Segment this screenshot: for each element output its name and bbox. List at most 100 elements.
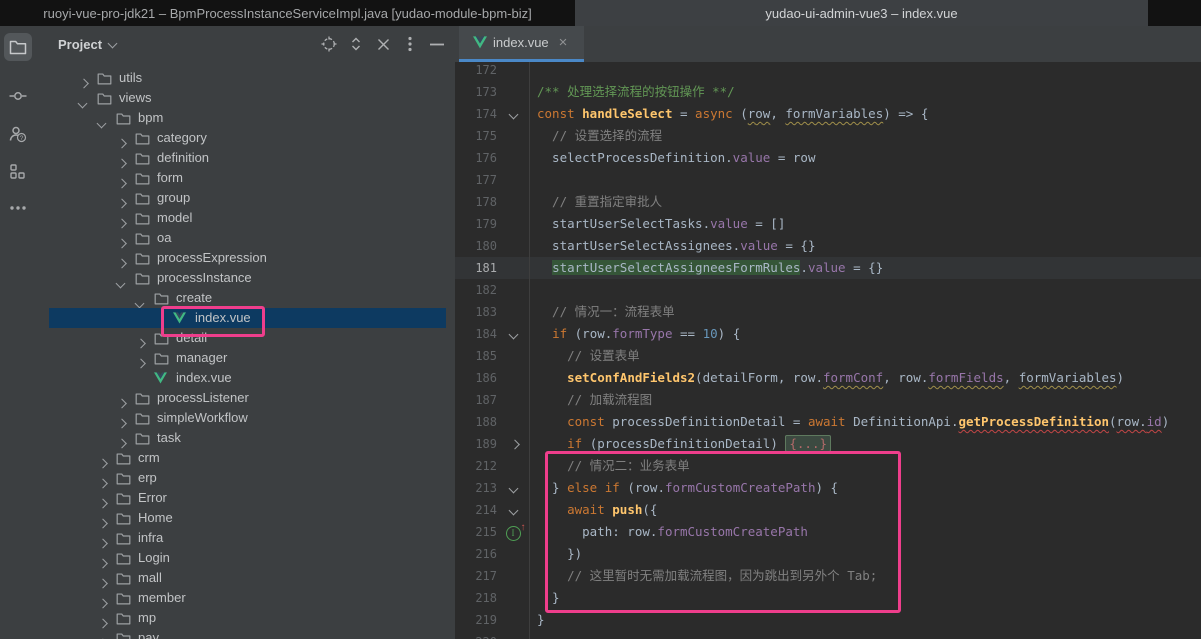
tree-item-label: views: [119, 88, 152, 108]
code-line-216[interactable]: 216 }): [455, 543, 1201, 565]
gutter-cell: [497, 125, 530, 147]
tree-item-processInstance[interactable]: processInstance: [35, 268, 455, 288]
tab-index-vue[interactable]: index.vue ×: [459, 26, 584, 62]
tree-item-Home[interactable]: Home: [35, 508, 455, 528]
code-line-219[interactable]: 219}: [455, 609, 1201, 631]
tree-item-detail[interactable]: detail: [35, 328, 455, 348]
code-line-187[interactable]: 187 // 加载流程图: [455, 389, 1201, 411]
tree-item-label: group: [157, 188, 190, 208]
close-icon[interactable]: ×: [559, 38, 568, 48]
folder-icon: [116, 451, 132, 465]
folder-icon: [135, 191, 151, 205]
fold-collapsed-icon[interactable]: [497, 433, 530, 455]
code-line-177[interactable]: 177: [455, 169, 1201, 191]
tree-item-model[interactable]: model: [35, 208, 455, 228]
tree-item-definition[interactable]: definition: [35, 148, 455, 168]
fold-expanded-icon[interactable]: [497, 499, 530, 521]
tree-item-label: create: [176, 288, 212, 308]
code-line-179[interactable]: 179 startUserSelectTasks.value = []: [455, 213, 1201, 235]
fold-expanded-icon[interactable]: [497, 323, 530, 345]
tree-item-processListener[interactable]: processListener: [35, 388, 455, 408]
structure-icon[interactable]: [4, 157, 32, 185]
folder-icon: [97, 91, 113, 105]
tree-item-form[interactable]: form: [35, 168, 455, 188]
tree-item-index-vue[interactable]: index.vue: [35, 368, 455, 388]
tree-item-group[interactable]: group: [35, 188, 455, 208]
folder-icon: [116, 551, 132, 565]
tree-item-crm[interactable]: crm: [35, 448, 455, 468]
code-line-183[interactable]: 183 // 情况一：流程表单: [455, 301, 1201, 323]
tree-item-member[interactable]: member: [35, 588, 455, 608]
tree-item-mp[interactable]: mp: [35, 608, 455, 628]
tree-item-label: index.vue: [195, 308, 251, 328]
tree-item-simpleWorkflow[interactable]: simpleWorkflow: [35, 408, 455, 428]
line-number: 182: [455, 279, 497, 301]
code-line-212[interactable]: 212 // 情况二：业务表单: [455, 455, 1201, 477]
tree-item-index-vue[interactable]: index.vue: [35, 308, 455, 328]
code-line-173[interactable]: 173/** 处理选择流程的按钮操作 **/: [455, 81, 1201, 103]
code-line-188[interactable]: 188 const processDefinitionDetail = awai…: [455, 411, 1201, 433]
code-line-189[interactable]: 189 if (processDefinitionDetail) {...}: [455, 433, 1201, 455]
gutter-cell: [497, 147, 530, 169]
line-number: 214: [455, 499, 497, 521]
line-number: 215: [455, 521, 497, 543]
project-tree: utilsviewsbpmcategorydefinitionformgroup…: [35, 26, 455, 639]
tree-item-bpm[interactable]: bpm: [35, 108, 455, 128]
tree-item-Login[interactable]: Login: [35, 548, 455, 568]
code-line-182[interactable]: 182: [455, 279, 1201, 301]
folder-icon: [135, 171, 151, 185]
code-line-214[interactable]: 214 await push({: [455, 499, 1201, 521]
svg-text:?: ?: [20, 135, 24, 142]
tree-item-create[interactable]: create: [35, 288, 455, 308]
tree-item-pay[interactable]: pay: [35, 628, 455, 639]
tree-item-label: member: [138, 588, 186, 608]
project-folder-icon[interactable]: [4, 33, 32, 61]
tree-item-oa[interactable]: oa: [35, 228, 455, 248]
code-line-218[interactable]: 218 }: [455, 587, 1201, 609]
code-line-178[interactable]: 178 // 重置指定审批人: [455, 191, 1201, 213]
commit-icon[interactable]: [4, 82, 32, 110]
code-line-176[interactable]: 176 selectProcessDefinition.value = row: [455, 147, 1201, 169]
code-line-180[interactable]: 180 startUserSelectAssignees.value = {}: [455, 235, 1201, 257]
chevron-right-icon[interactable]: [98, 635, 105, 639]
pull-requests-icon[interactable]: ?: [4, 120, 32, 148]
code-line-220[interactable]: 220: [455, 631, 1201, 639]
tree-item-processExpression[interactable]: processExpression: [35, 248, 455, 268]
more-tool-windows-icon[interactable]: [4, 194, 32, 222]
tree-item-manager[interactable]: manager: [35, 348, 455, 368]
tree-item-label: processExpression: [157, 248, 267, 268]
code-text: // 情况一：流程表单: [537, 301, 675, 323]
titlebar: ruoyi-vue-pro-jdk21 – BpmProcessInstance…: [0, 0, 1201, 26]
code-text: startUserSelectAssigneesFormRules.value …: [537, 257, 883, 279]
fold-expanded-icon[interactable]: [497, 103, 530, 125]
code-line-174[interactable]: 174const handleSelect = async (row, form…: [455, 103, 1201, 125]
gutter-cell: [497, 565, 530, 587]
code-line-184[interactable]: 184 if (row.formType == 10) {: [455, 323, 1201, 345]
tree-item-label: crm: [138, 448, 160, 468]
code-line-217[interactable]: 217 // 这里暂时无需加载流程图，因为跳出到另外个 Tab;: [455, 565, 1201, 587]
tree-item-utils[interactable]: utils: [35, 68, 455, 88]
code-line-213[interactable]: 213 } else if (row.formCustomCreatePath)…: [455, 477, 1201, 499]
gutter-intention-icon[interactable]: I↑: [497, 521, 530, 543]
tree-item-views[interactable]: views: [35, 88, 455, 108]
line-number: 178: [455, 191, 497, 213]
tree-item-label: Login: [138, 548, 170, 568]
tree-item-label: erp: [138, 468, 157, 488]
tree-item-category[interactable]: category: [35, 128, 455, 148]
editor: index.vue × 172173/** 处理选择流程的按钮操作 **/174…: [455, 26, 1201, 639]
code-line-186[interactable]: 186 setConfAndFields2(detailForm, row.fo…: [455, 367, 1201, 389]
tree-item-mall[interactable]: mall: [35, 568, 455, 588]
code-line-181[interactable]: 181 startUserSelectAssigneesFormRules.va…: [455, 257, 1201, 279]
fold-expanded-icon[interactable]: [497, 477, 530, 499]
code-line-185[interactable]: 185 // 设置表单: [455, 345, 1201, 367]
code-line-215[interactable]: 215I↑ path: row.formCustomCreatePath: [455, 521, 1201, 543]
code-line-175[interactable]: 175 // 设置选择的流程: [455, 125, 1201, 147]
tree-item-infra[interactable]: infra: [35, 528, 455, 548]
folder-icon: [116, 591, 132, 605]
tree-item-Error[interactable]: Error: [35, 488, 455, 508]
tree-item-task[interactable]: task: [35, 428, 455, 448]
code-line-172[interactable]: 172: [455, 59, 1201, 81]
gutter-cell: [497, 455, 530, 477]
folder-icon: [135, 251, 151, 265]
tree-item-erp[interactable]: erp: [35, 468, 455, 488]
